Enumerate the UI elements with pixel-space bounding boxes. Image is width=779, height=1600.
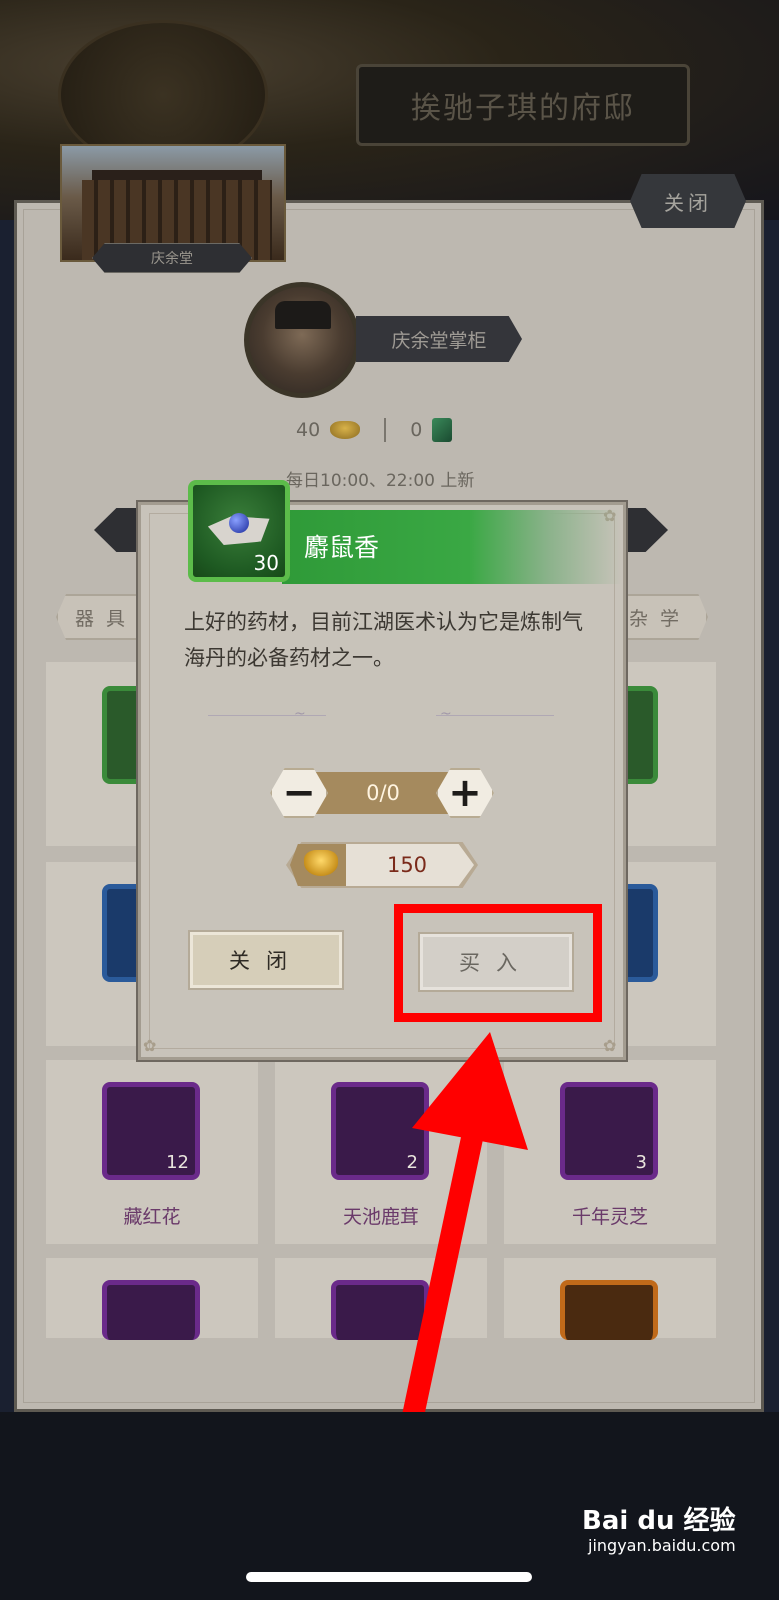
home-indicator[interactable] xyxy=(246,1572,532,1582)
baidu-watermark-url: jingyan.baidu.com xyxy=(588,1536,736,1555)
arrow-shaft xyxy=(399,1107,489,1433)
pointer-arrow xyxy=(399,1032,528,1433)
arrow-head xyxy=(412,1032,528,1150)
baidu-watermark: Bai du 经验 xyxy=(582,1506,736,1536)
